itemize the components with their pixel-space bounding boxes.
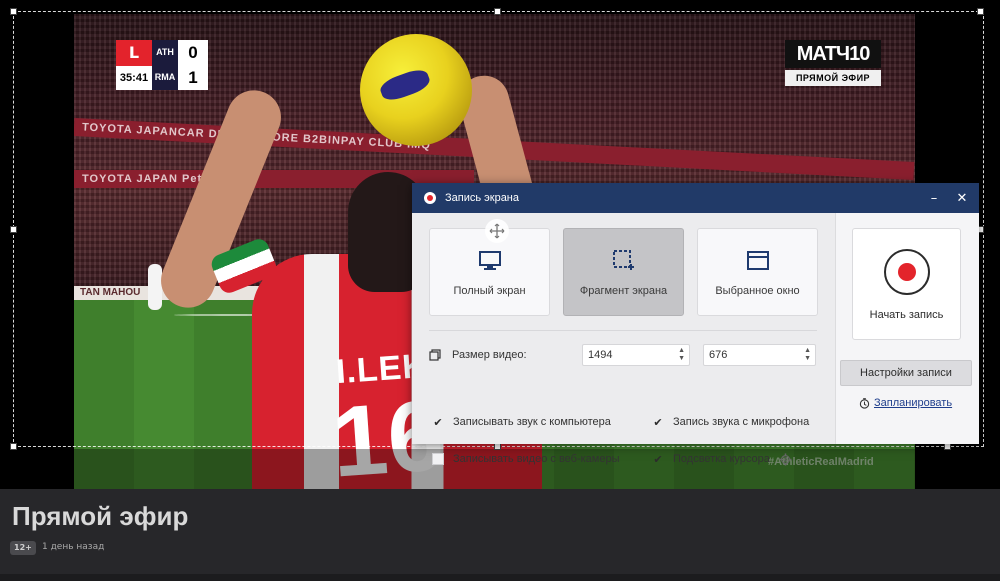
start-recording-button[interactable]: Начать запись	[852, 228, 961, 340]
recorder-title-bar[interactable]: Запись экрана – ✕	[412, 183, 979, 213]
spinner-arrows-icon[interactable]: ▲ ▼	[678, 347, 685, 363]
option-label: Подсветка курсора	[673, 453, 770, 465]
option-computer-audio[interactable]: ✔ Записывать звук с компьютера	[432, 414, 611, 430]
channel-badge: МАТЧ10 ПРЯМОЙ ЭФИР	[785, 40, 881, 88]
clock-icon	[859, 397, 870, 409]
close-button[interactable]: ✕	[949, 183, 975, 213]
mode-label: Выбранное окно	[715, 285, 800, 297]
away-goals: 1	[188, 68, 198, 87]
resize-handle-left[interactable]	[10, 226, 17, 233]
resize-handle-bottom[interactable]	[494, 443, 501, 450]
recorder-options-panel: Полный экран Фрагмент экрана Выбранное о…	[412, 213, 835, 466]
option-cursor-highlight[interactable]: ✔ Подсветка курсора	[652, 451, 793, 467]
age-rating-badge: 12+	[10, 541, 36, 555]
window-icon	[746, 249, 769, 273]
checkbox-checked-icon[interactable]: ✔	[652, 416, 664, 429]
match-time: 35:41	[116, 66, 152, 90]
checkbox-unchecked-icon[interactable]	[432, 453, 444, 465]
page-title: Прямой эфир	[12, 501, 189, 531]
option-microphone-audio[interactable]: ✔ Запись звука с микрофона	[652, 414, 809, 430]
home-team: ATH	[156, 47, 174, 57]
option-label: Запись звука с микрофона	[673, 416, 810, 428]
video-size-label: Размер видео:	[452, 349, 527, 361]
schedule-link[interactable]: Запланировать	[859, 397, 952, 409]
resize-icon	[429, 349, 441, 361]
resize-handle-top-right[interactable]	[977, 8, 984, 15]
mode-label: Фрагмент экрана	[579, 285, 668, 297]
spinner-arrows-icon[interactable]: ▲ ▼	[804, 347, 811, 363]
selection-icon	[612, 249, 635, 273]
footer-divider	[0, 574, 1000, 581]
mode-fragment-button[interactable]: Фрагмент экрана	[563, 228, 684, 316]
mode-label: Полный экран	[453, 285, 526, 297]
resize-handle-top-left[interactable]	[10, 8, 17, 15]
checkbox-checked-icon[interactable]: ✔	[652, 453, 664, 466]
scoreboard: L 35:41 ATH RMA 0 1	[116, 40, 208, 90]
resize-handle-top[interactable]	[494, 8, 501, 15]
option-label: Записывать видео с веб-камеры	[453, 453, 620, 465]
option-webcam[interactable]: Записывать видео с веб-камеры	[432, 451, 620, 467]
page-footer: Прямой эфир 12+ 1 день назад	[0, 489, 1000, 581]
mode-window-button[interactable]: Выбранное окно	[697, 228, 818, 316]
move-handle-icon[interactable]	[485, 219, 509, 243]
minimize-button[interactable]: –	[921, 183, 947, 213]
start-recording-label: Начать запись	[869, 309, 944, 321]
recorder-app-icon	[424, 192, 436, 204]
home-goals: 0	[188, 43, 198, 62]
schedule-label: Запланировать	[874, 397, 953, 409]
resize-handle-bottom-right[interactable]	[944, 443, 951, 450]
recording-settings-button[interactable]: Настройки записи	[840, 360, 972, 386]
width-input[interactable]: 1494 ▲ ▼	[582, 344, 690, 366]
live-label: ПРЯМОЙ ЭФИР	[785, 70, 881, 86]
height-input[interactable]: 676 ▲ ▼	[703, 344, 816, 366]
checkbox-checked-icon[interactable]: ✔	[432, 416, 444, 429]
posted-time: 1 день назад	[42, 542, 105, 552]
height-value: 676	[709, 349, 728, 361]
option-label: Записывать звук с компьютера	[453, 416, 611, 428]
away-team: RMA	[154, 72, 176, 82]
laliga-logo-icon: L	[116, 40, 152, 66]
screen: TOYOTA JAPANCAR DIGI VANTORE B2BINPAY CL…	[0, 0, 1000, 581]
recorder-title: Запись экрана	[445, 192, 520, 204]
monitor-icon	[478, 249, 501, 273]
mode-fullscreen-button[interactable]: Полный экран	[429, 228, 550, 316]
gear-icon[interactable]	[779, 452, 793, 466]
channel-logo: МАТЧ10	[785, 40, 881, 68]
divider	[429, 330, 817, 331]
recorder-actions-panel: Начать запись Настройки записи Запланиро…	[835, 213, 979, 444]
resize-handle-bottom-left[interactable]	[10, 443, 17, 450]
background-player	[148, 264, 162, 310]
video-size-row: Размер видео: 1494 ▲ ▼ 676 ▲ ▼	[429, 344, 819, 366]
record-icon	[883, 249, 930, 295]
width-value: 1494	[588, 349, 613, 361]
